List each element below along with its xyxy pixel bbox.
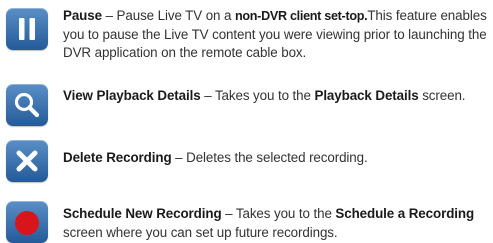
view-playback-details-title: View Playback Details bbox=[63, 88, 201, 103]
pause-desc-bold: non-DVR client set-top. bbox=[235, 9, 368, 23]
delete-recording-title: Delete Recording bbox=[63, 150, 172, 165]
search-icon bbox=[6, 84, 48, 126]
pause-title: Pause bbox=[63, 8, 102, 23]
schedule-a-recording-screen-name: Schedule a Recording bbox=[335, 206, 475, 221]
schedule-new-recording-description: Schedule New Recording – Takes you to th… bbox=[63, 205, 491, 242]
view-playback-details-description: View Playback Details – Takes you to the… bbox=[63, 87, 491, 106]
schedule-new-recording-desc-part: – Takes you to the bbox=[221, 206, 336, 221]
view-playback-details-desc-part: – Takes you to the bbox=[200, 88, 315, 103]
close-icon bbox=[6, 140, 48, 182]
view-playback-details-desc-rest: screen. bbox=[418, 88, 466, 103]
schedule-new-recording-title: Schedule New Recording bbox=[63, 206, 222, 221]
delete-recording-desc: – Deletes the selected recording. bbox=[171, 150, 368, 165]
playback-details-screen-name: Playback Details bbox=[314, 88, 419, 103]
pause-description: Pause – Pause Live TV on a non-DVR clien… bbox=[63, 7, 491, 63]
schedule-new-recording-desc-rest: screen where you can set up future recor… bbox=[63, 224, 338, 240]
pause-desc-part: – Pause Live TV on a bbox=[101, 8, 235, 23]
record-icon bbox=[6, 201, 48, 243]
pause-icon bbox=[6, 8, 48, 50]
delete-recording-description: Delete Recording – Deletes the selected … bbox=[63, 149, 491, 168]
